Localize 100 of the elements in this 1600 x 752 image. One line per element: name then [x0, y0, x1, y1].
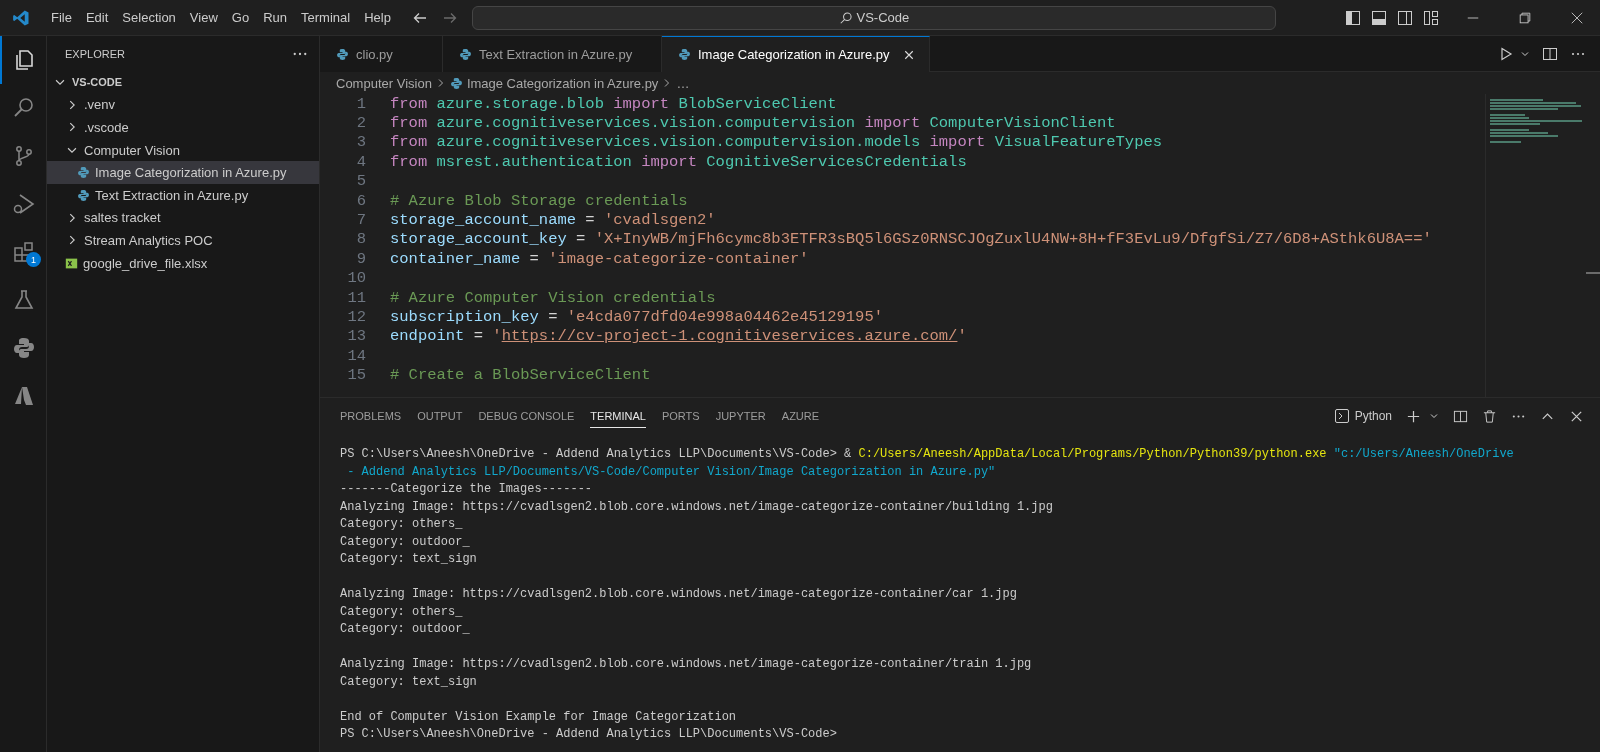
menu-item[interactable]: Terminal: [294, 7, 358, 28]
tree-item[interactable]: .venv: [47, 93, 319, 117]
search-icon: [838, 10, 853, 25]
line-number: 13: [346, 327, 366, 346]
python-file-icon: [77, 188, 90, 202]
caret-icon[interactable]: [1429, 411, 1439, 421]
line-number: 7: [355, 211, 366, 230]
python-icon[interactable]: [12, 336, 36, 360]
line-number: 10: [346, 269, 366, 288]
line-number: 14: [346, 346, 366, 365]
close-icon[interactable]: [1570, 10, 1584, 25]
line-number: 12: [346, 308, 366, 326]
terminal-profile[interactable]: Python: [1333, 408, 1392, 424]
line-number: 9: [355, 249, 366, 268]
python-file-icon: [678, 48, 691, 61]
tree-item[interactable]: google_drive_file.xlsx: [47, 251, 319, 275]
code-line: from msrest.authentication import CognitiveServicesCredentials: [390, 152, 967, 171]
terminal-line: Category: outdoor_: [340, 622, 470, 636]
terminal-line: Category: text_sign: [340, 552, 477, 566]
panel-tab[interactable]: OUTPUT: [417, 404, 463, 428]
terminal-icon: [1333, 408, 1350, 424]
tree-item[interactable]: VS-CODE: [47, 71, 319, 94]
panel-tab[interactable]: PORTS: [661, 404, 700, 428]
panel-tab[interactable]: JUPYTER: [715, 404, 766, 428]
toggle-panel-icon[interactable]: [1371, 9, 1387, 26]
terminal-line: Category: outdoor_: [340, 534, 470, 549]
panel-tab[interactable]: DEBUG CONSOLE: [478, 404, 575, 428]
run-icon[interactable]: [1498, 45, 1514, 62]
code-line: # Azure Blob Storage credentials: [390, 191, 688, 210]
code-line: storage_account_name = 'cvadlsgen2': [390, 211, 716, 230]
code-line: from azure.cognitiveservices.vision.computervision.models import VisualFeatureTypes: [390, 133, 1163, 152]
breadcrumb-item[interactable]: Image Categorization in Azure.py: [466, 75, 659, 91]
tree-item[interactable]: Computer Vision: [47, 138, 319, 162]
python-file-icon: [77, 166, 90, 180]
toggle-secondary-sidebar-icon[interactable]: [1397, 9, 1413, 26]
tree-item[interactable]: Stream Analytics POC: [47, 229, 319, 252]
toggle-sidebar-icon[interactable]: [1345, 9, 1361, 26]
python-file-icon: [449, 76, 463, 90]
terminal-line: Analyzing Image: https://cvadlsgen2.blob.core.windows.net/image-categorize-container/train 1.jpg: [340, 657, 1032, 671]
notification-badge: 1: [26, 252, 41, 267]
line-number: 3: [355, 133, 366, 152]
explorer-title: EXPLORER: [65, 47, 125, 60]
menu-item[interactable]: Edit: [78, 7, 116, 28]
tree-item[interactable]: Text Extraction in Azure.py: [47, 183, 319, 207]
spreadsheet-icon: [65, 256, 78, 270]
python-file-icon: [459, 47, 472, 61]
terminal-line: - Addend Analytics LLP/Documents/VS-Code/Computer Vision/Image Categorization in Azure.py": [346, 464, 996, 479]
panel-tab[interactable]: AZURE: [781, 404, 820, 428]
app-logo-icon: [12, 8, 30, 27]
extensions-icon[interactable]: [12, 240, 36, 264]
tree-item[interactable]: Image Categorization in Azure.py: [47, 161, 319, 184]
terminal-line: Analyzing Image: https://cvadlsgen2.blob.core.windows.net/image-categorize-container/car 1.jpg: [340, 587, 1017, 601]
terminal-line: Category: text_sign: [340, 674, 477, 689]
line-number: 6: [355, 191, 366, 210]
run-debug-icon[interactable]: [12, 192, 36, 216]
terminal-line: Analyzing Image: https://cvadlsgen2.blob.core.windows.net/image-categorize-container/building 1.jpg: [340, 499, 1053, 514]
terminal-line: Category: others_: [340, 604, 463, 619]
code-line: # Create a BlobServiceClient: [390, 366, 651, 385]
menu-item[interactable]: View: [182, 7, 225, 28]
code-line: from azure.cognitiveservices.vision.computervision import ComputerVisionClient: [390, 114, 1116, 133]
terminal-line: End of Computer Vision Example for Image Categorization: [340, 709, 737, 724]
scrollbar-thumb[interactable]: [1586, 272, 1600, 274]
menu-item[interactable]: Go: [224, 7, 257, 28]
letter-a-icon[interactable]: [12, 384, 36, 408]
line-number: 15: [346, 366, 366, 385]
editor-tab[interactable]: Image Categorization in Azure.py: [662, 36, 930, 72]
command-center[interactable]: VS-Code: [471, 5, 1276, 30]
split-editor-icon[interactable]: [1542, 45, 1558, 62]
panel-tab[interactable]: TERMINAL: [590, 404, 646, 428]
plus-icon[interactable]: [1406, 408, 1421, 424]
line-number: 8: [355, 230, 366, 249]
customize-layout-icon[interactable]: [1423, 9, 1439, 26]
menu-item[interactable]: Run: [256, 7, 294, 28]
menu-item[interactable]: Help: [357, 7, 398, 28]
editor-tab[interactable]: clio.py: [320, 36, 443, 72]
breadcrumb-item[interactable]: Computer Vision: [336, 75, 432, 91]
code-line: subscription_key = 'e4cda077dfd04e998a04462e45129195': [390, 308, 883, 326]
code-line: container_name = 'image-categorize-container': [390, 249, 809, 268]
code-line: # Azure Computer Vision credentials: [390, 288, 716, 307]
trash-icon[interactable]: [1482, 408, 1497, 424]
menu-item[interactable]: Selection: [115, 7, 183, 28]
code-line: storage_account_key = 'X+InyWB/mjFh6cymc8b3ETFR3sBQ5l6GSz0RNSCJOgZuxlU4NW+8H+fF3EvLu9/DfgfSi/Z7/6D8+ASthk6U8A==': [390, 230, 1432, 249]
terminal-line: -------Categorize the Images-------: [340, 482, 593, 496]
terminal-line: PS C:\Users\Aneesh\OneDrive - Addend Analytics LLP\Documents\VS-Code> & C:/Users/Aneesh/AppData/Local/Programs/Python/Python39/python.exe "c:/Users/Aneesh/OneDrive: [340, 447, 1514, 461]
code-line: from azure.storage.blob import BlobServiceClient: [390, 94, 837, 113]
restore-icon[interactable]: [1518, 10, 1532, 25]
line-number: 11: [346, 288, 366, 307]
more-actions-icon[interactable]: [293, 50, 307, 57]
line-number: 4: [355, 152, 366, 171]
python-file-icon: [336, 47, 349, 61]
tree-item[interactable]: .vscode: [47, 116, 319, 139]
tree-item[interactable]: saltes tracket: [47, 206, 319, 230]
flask-icon[interactable]: [12, 288, 36, 312]
menu-item[interactable]: File: [44, 7, 79, 28]
panel-tab[interactable]: PROBLEMS: [340, 404, 402, 428]
terminal-line: PS C:\Users\Aneesh\OneDrive - Addend Analytics LLP\Documents\VS-Code>: [340, 727, 837, 741]
close-icon[interactable]: [902, 48, 915, 61]
split-terminal-icon[interactable]: [1453, 408, 1468, 424]
breadcrumb-item[interactable]: …: [676, 75, 690, 91]
code-line: endpoint = 'https://cv-project-1.cognitiveservices.azure.com/': [390, 327, 967, 346]
